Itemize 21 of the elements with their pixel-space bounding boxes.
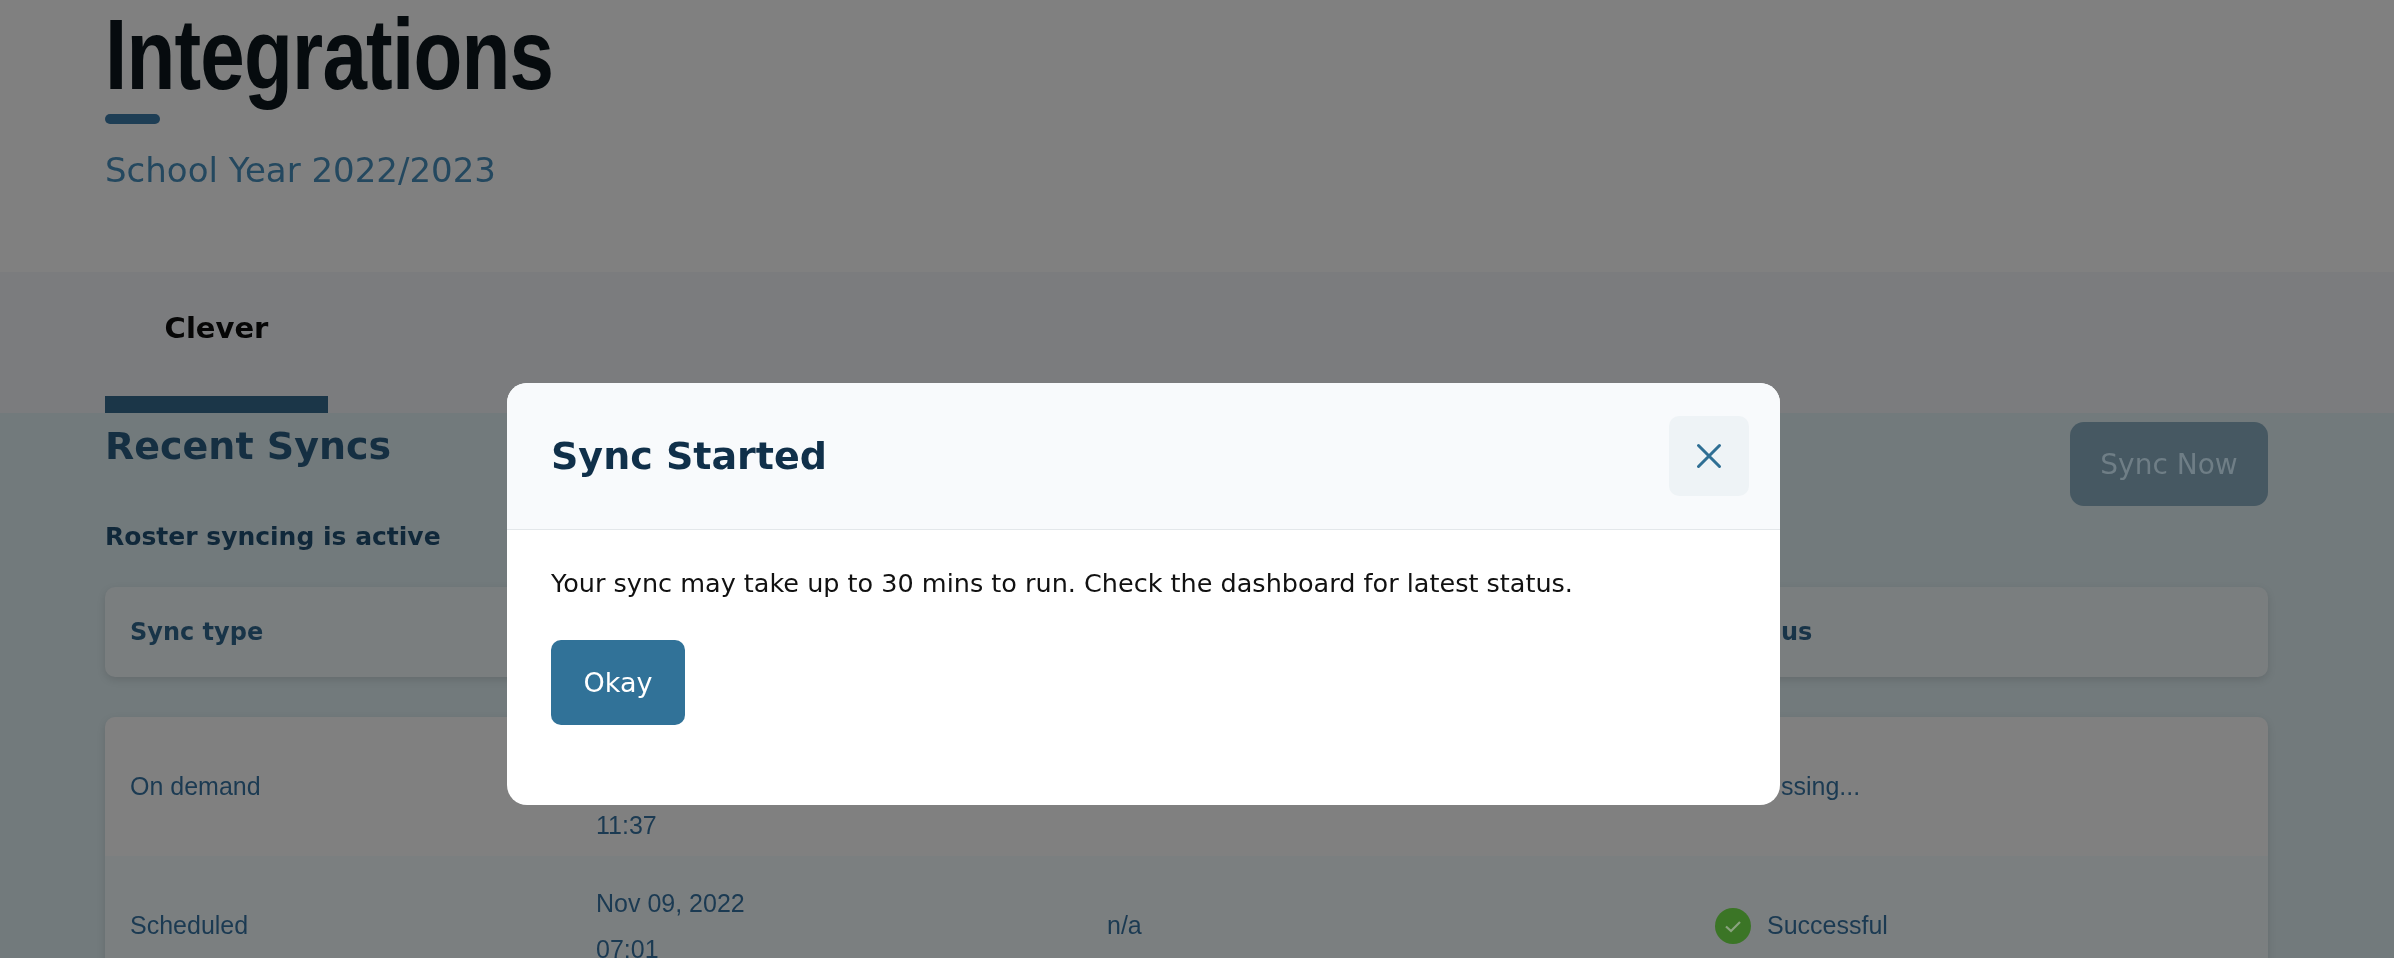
table-cell-text: On demand: [130, 772, 262, 801]
table-cell-text: Scheduled: [130, 911, 250, 940]
date-text: 07:01: [596, 933, 660, 958]
page-subtitle: School Year 2022/2023: [105, 150, 496, 190]
page-title: Integrations: [105, 0, 554, 108]
dialog-title: Sync Started: [551, 434, 827, 478]
okay-button[interactable]: Okay: [551, 640, 685, 725]
title-accent-bar: [105, 114, 160, 124]
status-text: Successful: [1767, 911, 1888, 940]
column-header: us: [1780, 618, 1814, 646]
status-text: ssing...: [1781, 772, 1861, 801]
dialog-message: Your sync may take up to 30 mins to run. Check the dashboard for latest status.: [551, 568, 1574, 598]
status-note: Roster syncing is active: [105, 522, 442, 551]
column-header: Sync type: [130, 618, 265, 646]
close-button[interactable]: [1669, 416, 1749, 496]
section-title: Recent Syncs: [105, 424, 392, 468]
tab[interactable]: Clever: [105, 272, 328, 413]
close-icon: [1695, 442, 1723, 470]
date-text: 11:37: [596, 809, 658, 841]
table-cell-text: n/a: [1107, 911, 1143, 940]
date-text: Nov 09, 2022: [596, 887, 746, 919]
